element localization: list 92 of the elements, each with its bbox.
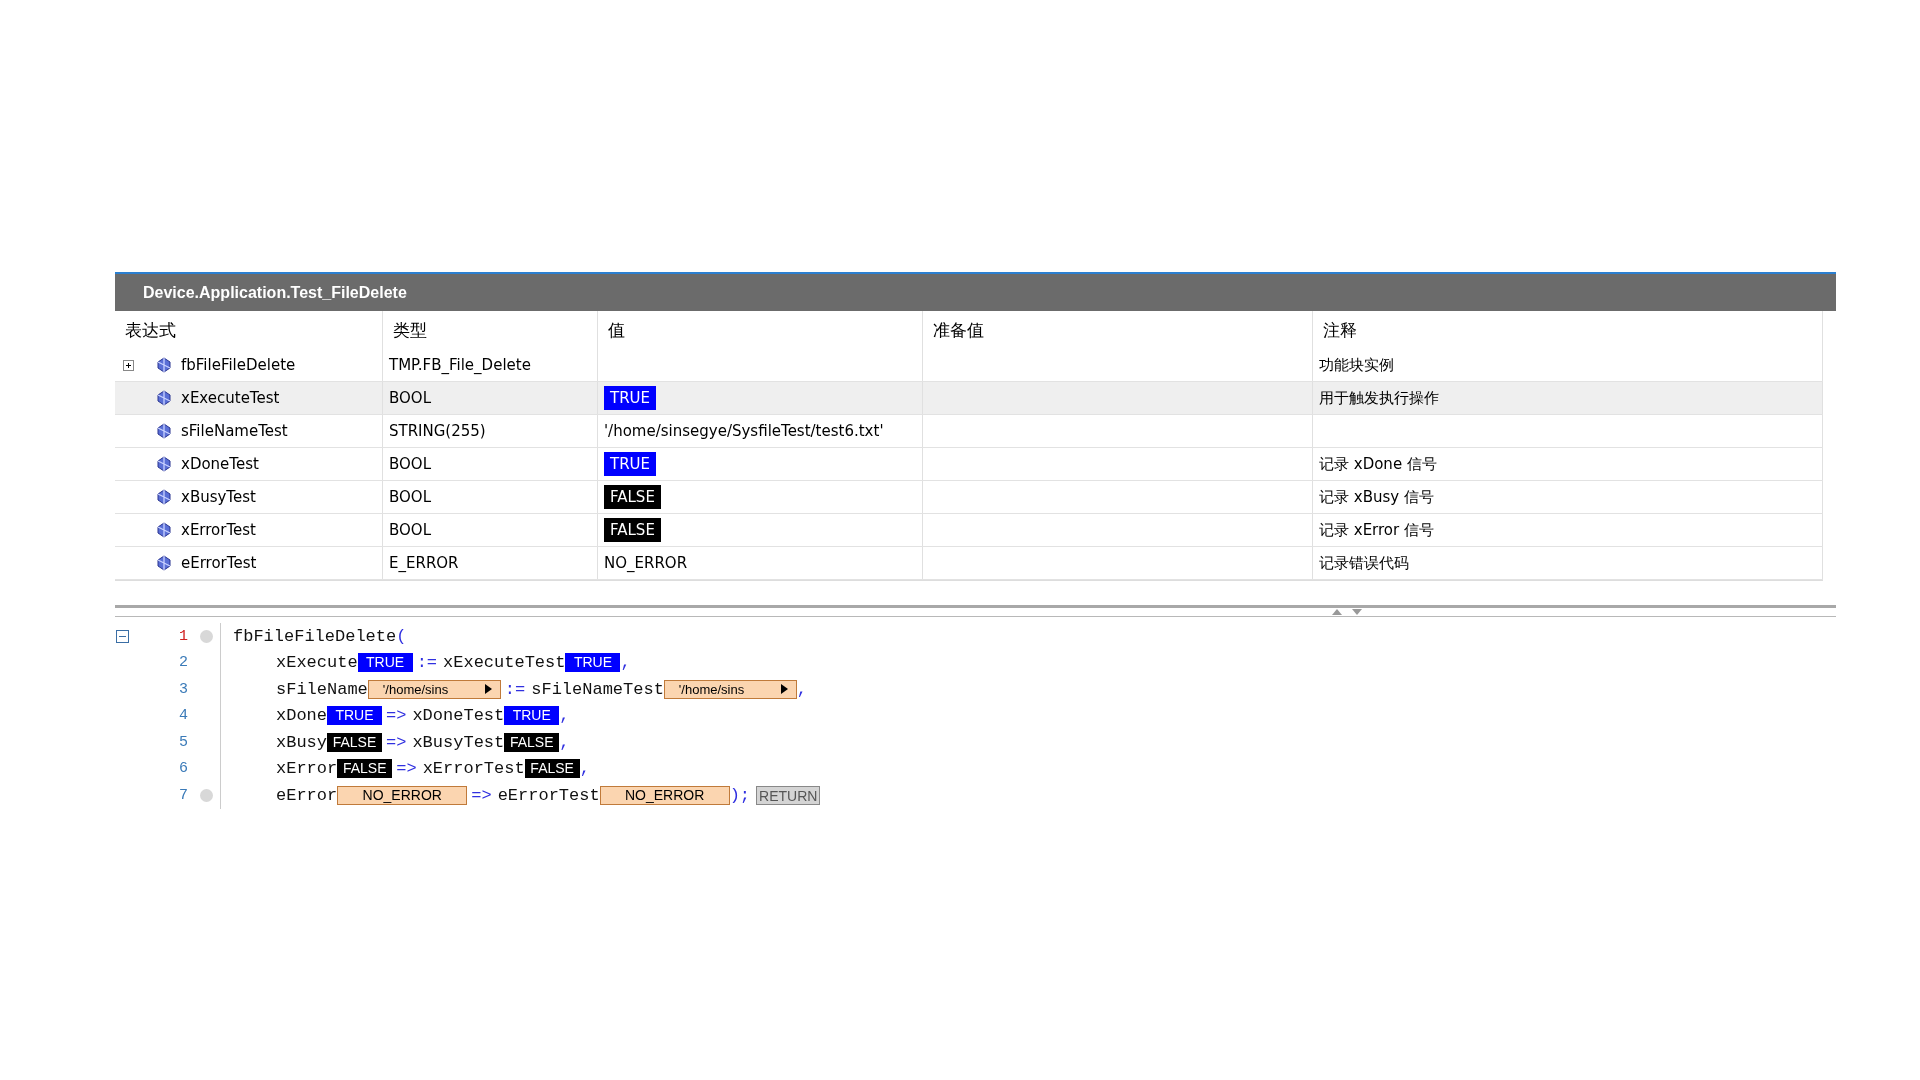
punctuation: , bbox=[559, 732, 570, 752]
line-number: 7 bbox=[178, 786, 188, 804]
type-text: BOOL bbox=[389, 389, 431, 407]
type-text: BOOL bbox=[389, 521, 431, 539]
expand-icon[interactable] bbox=[123, 359, 134, 371]
comment-text: 用于触发执行操作 bbox=[1319, 388, 1439, 408]
column-header[interactable]: 注释 bbox=[1313, 311, 1823, 349]
comment-text: 记录 xDone 信号 bbox=[1319, 454, 1437, 474]
comment-text: 记录 xBusy 信号 bbox=[1319, 487, 1434, 507]
line-number: 5 bbox=[178, 733, 188, 751]
collapse-icon[interactable] bbox=[116, 629, 129, 643]
value-badge: TRUE bbox=[604, 452, 657, 476]
value-badge: TRUE bbox=[604, 386, 657, 410]
comment-text: 功能块实例 bbox=[1319, 355, 1394, 375]
inline-value: TRUE bbox=[565, 653, 621, 673]
code-text: fbFileFileDelete bbox=[233, 626, 397, 646]
inline-value: FALSE bbox=[524, 759, 580, 779]
expand-arrow-icon bbox=[484, 684, 492, 695]
inline-value: FALSE bbox=[504, 732, 560, 752]
operator: := bbox=[416, 653, 438, 673]
column-header[interactable]: 类型 bbox=[383, 311, 598, 349]
punctuation: , bbox=[559, 706, 570, 726]
inline-value: TRUE bbox=[357, 653, 413, 673]
code-text: sFileNameTest bbox=[531, 679, 664, 699]
variable-name: xErrorTest bbox=[181, 521, 256, 539]
variable-icon bbox=[157, 555, 171, 571]
code-text: sFileName bbox=[276, 679, 368, 699]
type-text: BOOL bbox=[389, 455, 431, 473]
variable-name: xExecuteTest bbox=[181, 389, 280, 407]
punctuation: , bbox=[796, 679, 808, 699]
variable-icon bbox=[157, 357, 171, 373]
column-header[interactable]: 准备值 bbox=[923, 311, 1313, 349]
comment-text: 记录错误代码 bbox=[1319, 553, 1409, 573]
code-text: xBusy bbox=[276, 732, 327, 752]
variable-icon bbox=[157, 390, 171, 406]
variable-icon bbox=[157, 423, 171, 439]
code-text: xBusyTest bbox=[412, 732, 505, 752]
variable-icon bbox=[157, 489, 171, 505]
expand-arrow-icon bbox=[780, 684, 788, 695]
type-text: TMP.FB_File_Delete bbox=[389, 356, 531, 374]
inline-value: FALSE bbox=[327, 732, 382, 752]
type-text: STRING(255) bbox=[389, 422, 486, 440]
value-badge: FALSE bbox=[604, 485, 661, 509]
code-text: xExecuteTest bbox=[443, 653, 566, 673]
line-number: 2 bbox=[178, 654, 188, 672]
code-text: xDone bbox=[276, 706, 327, 726]
value-text: '/home/sins bbox=[382, 680, 449, 699]
value-badge: FALSE bbox=[604, 518, 661, 542]
code-text: xExecute bbox=[276, 653, 358, 673]
punctuation: ); bbox=[729, 785, 751, 805]
splitter-arrows-icon bbox=[1330, 607, 1364, 617]
line-number: 6 bbox=[178, 760, 188, 778]
variable-icon bbox=[157, 522, 171, 538]
column-header[interactable]: 值 bbox=[598, 311, 923, 349]
punctuation: , bbox=[620, 653, 631, 673]
operator: => bbox=[396, 759, 417, 779]
type-text: E_ERROR bbox=[389, 554, 459, 572]
inline-value: TRUE bbox=[504, 706, 560, 726]
code-text: eErrorTest bbox=[497, 785, 600, 805]
variable-name: eErrorTest bbox=[181, 554, 257, 572]
value-text: '/home/sins bbox=[678, 680, 745, 699]
operator: := bbox=[504, 679, 526, 699]
line-number: 3 bbox=[178, 680, 188, 698]
variable-icon bbox=[157, 456, 171, 472]
line-number: 4 bbox=[178, 707, 188, 725]
inline-value: NO_ERROR bbox=[599, 785, 730, 805]
type-text: BOOL bbox=[389, 488, 431, 506]
operator: => bbox=[386, 706, 407, 726]
code-text: xError bbox=[276, 759, 338, 779]
comment-text: 记录 xError 信号 bbox=[1319, 520, 1434, 540]
return-marker: RETURN bbox=[756, 785, 821, 805]
value-text: '/home/sinsegye/SysfileTest/test6.txt' bbox=[604, 422, 884, 440]
variable-name: fbFileFileDelete bbox=[181, 356, 296, 374]
breakpoint-dot[interactable] bbox=[199, 629, 213, 643]
variable-name: xDoneTest bbox=[181, 455, 259, 473]
inline-value: FALSE bbox=[337, 759, 393, 779]
inline-value: TRUE bbox=[327, 706, 382, 726]
operator: => bbox=[471, 785, 492, 805]
variable-name: xBusyTest bbox=[181, 488, 256, 506]
operator: => bbox=[386, 732, 407, 752]
punctuation: , bbox=[579, 759, 590, 779]
code-text: xDoneTest bbox=[412, 706, 505, 726]
variable-name: sFileNameTest bbox=[181, 422, 288, 440]
inline-value: NO_ERROR bbox=[337, 785, 468, 805]
column-header[interactable]: 表达式 bbox=[115, 311, 383, 349]
value-text: NO_ERROR bbox=[604, 554, 688, 572]
panel-title: Device.Application.Test_FileDelete bbox=[115, 272, 1836, 311]
code-text: xErrorTest bbox=[422, 759, 525, 779]
code-text: eError bbox=[276, 785, 338, 805]
breakpoint-dot[interactable] bbox=[199, 788, 213, 802]
punctuation: ( bbox=[396, 626, 407, 646]
line-number: 1 bbox=[178, 627, 188, 645]
